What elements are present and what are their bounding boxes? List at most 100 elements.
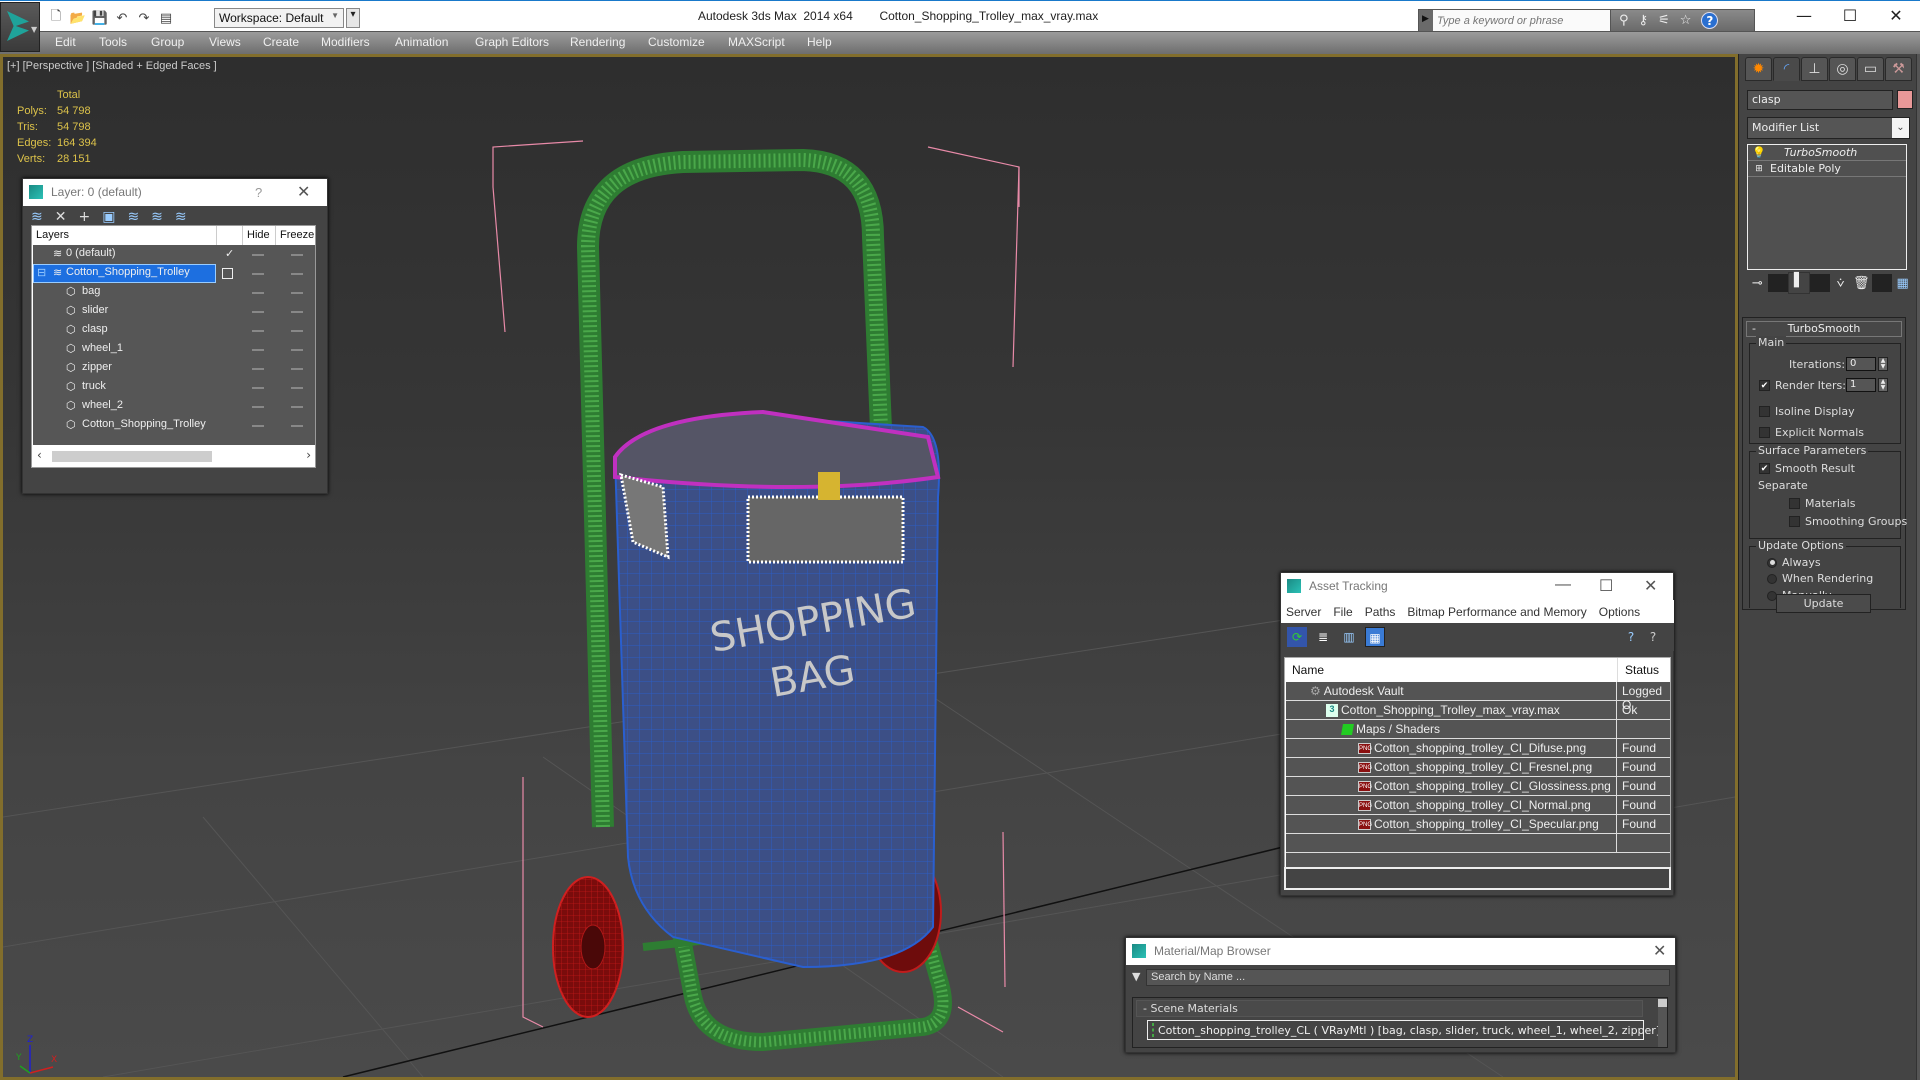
hide-toggle[interactable]: [252, 387, 264, 389]
menu-bitmap-performance[interactable]: Bitmap Performance and Memory: [1407, 605, 1586, 619]
isoline-display-checkbox[interactable]: Isoline Display: [1759, 405, 1855, 418]
column-name[interactable]: Name: [1285, 658, 1618, 682]
object-name-field[interactable]: clasp: [1747, 90, 1893, 110]
lightbulb-icon[interactable]: 💡: [1748, 146, 1770, 159]
asset-row[interactable]: PNG Cotton_shopping_trolley_CI_Difuse.png…: [1286, 739, 1670, 758]
highlight-layer-icon[interactable]: ≋: [127, 209, 139, 225]
configure-modifier-sets-icon[interactable]: ▦: [1892, 276, 1913, 291]
project-folder-icon[interactable]: ▤: [158, 10, 174, 26]
tree-view-icon[interactable]: ▥: [1339, 627, 1359, 647]
menu-animation[interactable]: Animation: [395, 35, 448, 49]
browser-options-icon[interactable]: ▼: [1132, 970, 1140, 983]
expand-icon[interactable]: ▶: [1422, 14, 1429, 24]
new-file-icon[interactable]: 🗋: [48, 9, 64, 26]
close-button[interactable]: ✕: [297, 182, 310, 202]
hide-toggle[interactable]: [252, 368, 264, 370]
scroll-right-icon[interactable]: ›: [306, 448, 311, 462]
menu-rendering[interactable]: Rendering: [570, 35, 625, 49]
asset-row[interactable]: PNG Cotton_shopping_trolley_CI_Glossiness…: [1286, 777, 1670, 796]
material-item[interactable]: Cotton_shopping_trolley_CL ( VRayMtl ) […: [1147, 1020, 1660, 1040]
spinner-arrows[interactable]: ▲ ▼: [1878, 357, 1888, 371]
keyword-search-input[interactable]: [1433, 10, 1610, 31]
column-hide[interactable]: Hide: [243, 226, 276, 245]
checkmark-icon[interactable]: ✓: [225, 247, 234, 260]
column-status[interactable]: Status: [1618, 658, 1668, 682]
layer-object-row[interactable]: ⬡ zipper: [33, 359, 315, 378]
hide-toggle[interactable]: [252, 330, 264, 332]
layer-object-row[interactable]: ⬡ bag: [33, 283, 315, 302]
freeze-toggle[interactable]: [291, 406, 303, 408]
minimize-button[interactable]: —: [1784, 6, 1824, 28]
show-end-result-icon[interactable]: ▌: [1788, 272, 1810, 294]
select-objects-icon[interactable]: ▣: [102, 209, 115, 225]
object-color-swatch[interactable]: [1897, 90, 1913, 109]
hide-toggle[interactable]: [252, 349, 264, 351]
tab-hierarchy[interactable]: ⊥: [1801, 57, 1828, 81]
scene-materials-group[interactable]: - Scene Materials: [1136, 1000, 1643, 1017]
layer-object-row[interactable]: ⬡ clasp: [33, 321, 315, 340]
freeze-toggle[interactable]: [291, 273, 303, 275]
freeze-toggle[interactable]: [291, 368, 303, 370]
table-view-icon[interactable]: ▦: [1365, 627, 1385, 647]
tab-create[interactable]: ✹: [1745, 57, 1772, 81]
freeze-toggle[interactable]: [291, 425, 303, 427]
asset-row[interactable]: 3 Cotton_Shopping_Trolley_max_vray.max Ok: [1286, 701, 1670, 720]
remove-modifier-icon[interactable]: 🗑: [1851, 276, 1872, 291]
tab-motion[interactable]: ◎: [1829, 57, 1856, 81]
layer-object-row[interactable]: ⬡ Cotton_Shopping_Trolley: [33, 416, 315, 435]
help-online-icon[interactable]: ?: [1621, 627, 1641, 647]
scrollbar-thumb[interactable]: [52, 451, 212, 462]
open-file-icon[interactable]: 📂: [70, 10, 86, 26]
menu-edit[interactable]: Edit: [55, 35, 76, 49]
menu-group[interactable]: Group: [151, 35, 184, 49]
qat-customize-button[interactable]: ▾: [346, 8, 360, 28]
key-icon[interactable]: ⚷: [1639, 13, 1649, 28]
hide-toggle[interactable]: [252, 406, 264, 408]
create-layer-icon[interactable]: ≋: [31, 209, 43, 225]
tab-utilities[interactable]: ⚒: [1885, 57, 1912, 81]
layer-object-row[interactable]: ⬡ wheel_2: [33, 397, 315, 416]
pin-stack-icon[interactable]: ⊸: [1747, 276, 1768, 291]
column-freeze[interactable]: Freeze: [276, 226, 316, 245]
render-iters-checkbox[interactable]: ✔ Render Iters:: [1759, 379, 1846, 392]
update-button[interactable]: Update: [1776, 594, 1871, 613]
freeze-toggle[interactable]: [291, 349, 303, 351]
horizontal-scrollbar[interactable]: ‹ ›: [33, 448, 315, 465]
menu-tools[interactable]: Tools: [99, 35, 127, 49]
radio-always[interactable]: Always: [1767, 556, 1821, 569]
tab-display[interactable]: ▭: [1857, 57, 1884, 81]
close-button[interactable]: ✕: [1876, 6, 1916, 28]
asset-row[interactable]: Maps / Shaders: [1286, 720, 1670, 739]
smooth-result-checkbox[interactable]: ✔ Smooth Result: [1759, 462, 1855, 475]
material-browser-titlebar[interactable]: Material/Map Browser ✕: [1126, 938, 1675, 965]
hide-toggle[interactable]: [252, 425, 264, 427]
freeze-toggle[interactable]: [291, 387, 303, 389]
search-by-name-input[interactable]: Search by Name ...: [1146, 969, 1670, 986]
layer-object-row[interactable]: ⬡ truck: [33, 378, 315, 397]
column-layers[interactable]: Layers: [32, 226, 217, 245]
render-iters-spinner[interactable]: 1: [1846, 378, 1876, 392]
iterations-spinner[interactable]: 0: [1846, 357, 1876, 371]
scroll-left-icon[interactable]: ‹: [37, 448, 42, 462]
redo-icon[interactable]: ↷: [136, 10, 152, 26]
favorites-star-icon[interactable]: ☆: [1680, 13, 1692, 28]
smoothing-groups-checkbox[interactable]: Smoothing Groups: [1789, 515, 1907, 528]
save-icon[interactable]: 💾: [92, 10, 108, 26]
stack-item-turbosmooth[interactable]: 💡 TurboSmooth: [1748, 145, 1906, 161]
asset-tracking-titlebar[interactable]: Asset Tracking — ☐ ✕: [1281, 573, 1673, 600]
help-button[interactable]: ?: [255, 185, 262, 200]
command-panel-scrollbar[interactable]: [1916, 54, 1920, 1080]
minimize-button[interactable]: —: [1555, 576, 1571, 594]
refresh-icon[interactable]: ⟳: [1287, 627, 1307, 647]
menu-create[interactable]: Create: [263, 35, 299, 49]
asset-row[interactable]: PNG Cotton_shopping_trolley_CI_Normal.png…: [1286, 796, 1670, 815]
menu-modifiers[interactable]: Modifiers: [321, 35, 370, 49]
freeze-toggle[interactable]: [291, 311, 303, 313]
communication-center-icon[interactable]: ⚟: [1658, 13, 1670, 28]
freeze-toggle[interactable]: [291, 254, 303, 256]
app-menu-button[interactable]: ▼: [0, 2, 40, 52]
menu-views[interactable]: Views: [209, 35, 241, 49]
layer-object-row[interactable]: ⬡ wheel_1: [33, 340, 315, 359]
layer-row-default[interactable]: ≋ 0 (default) ✓: [33, 245, 315, 264]
close-button[interactable]: ✕: [1644, 576, 1657, 596]
